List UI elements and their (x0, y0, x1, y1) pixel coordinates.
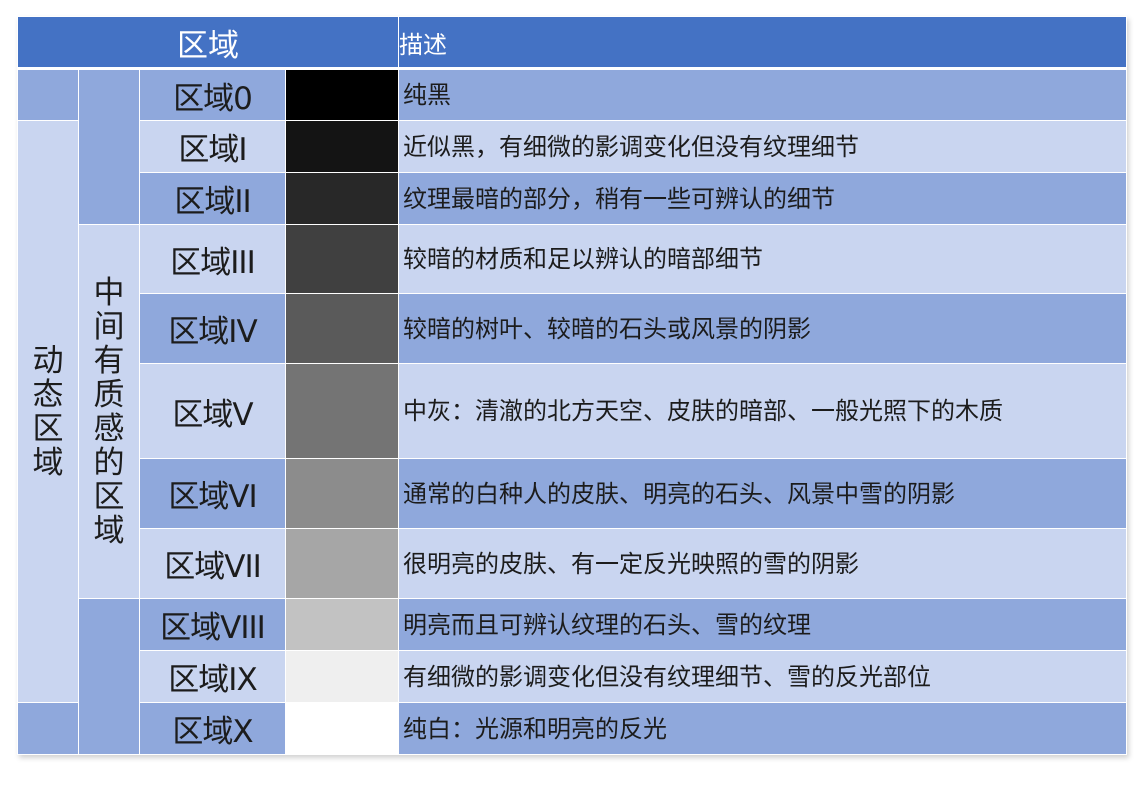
header-zone: 区域 (17, 16, 399, 70)
zone-name: 区域II (139, 172, 286, 225)
header-row: 区域 描述 (17, 16, 1127, 70)
zone-description: 近似黑，有细微的影调变化但没有纹理细节 (398, 120, 1127, 173)
zone-name: 区域III (139, 224, 286, 294)
tone-swatch (285, 68, 399, 121)
tone-swatch (285, 528, 399, 599)
zone-row: 区域IX 有细微的影调变化但没有纹理细节、雪的反光部位 (18, 650, 1127, 703)
tone-swatch (285, 598, 399, 651)
texture-group-spacer-top (78, 68, 140, 225)
zone-system-table: 区域 描述 区域0 纯黑 动态区域 区域I 近似黑，有细微的影调变化但没有纹理细… (17, 16, 1127, 755)
zone-row: 区域V 中灰：清澈的北方天空、皮肤的暗部、一般光照下的木质 (18, 363, 1127, 459)
zone-row: 区域VIII 明亮而且可辨认纹理的石头、雪的纹理 (18, 598, 1127, 755)
zone-description: 较暗的材质和足以辨认的暗部细节 (398, 224, 1127, 294)
zone-row: 区域VI 通常的白种人的皮肤、明亮的石头、风景中雪的阴影 (18, 458, 1127, 529)
tone-swatch (285, 120, 399, 173)
zone-row: 区域II 纹理最暗的部分，稍有一些可辨认的细节 (18, 172, 1127, 225)
zone-name: 区域VI (139, 458, 286, 529)
zone-name: 区域V (139, 363, 286, 459)
zone-name: 区域I (139, 120, 286, 173)
zone-name: 区域0 (139, 68, 286, 121)
zone-row: 区域IV 较暗的树叶、较暗的石头或风景的阴影 (18, 293, 1127, 364)
tone-swatch (285, 702, 399, 755)
zone-description: 较暗的树叶、较暗的石头或风景的阴影 (398, 293, 1127, 364)
zone-name: 区域IV (139, 293, 286, 364)
zone-description: 中灰：清澈的北方天空、皮肤的暗部、一般光照下的木质 (398, 363, 1127, 459)
dynamic-group-spacer-top (17, 68, 79, 121)
header-description: 描述 (398, 16, 1127, 70)
tone-swatch (285, 293, 399, 364)
zone-row: 动态区域 区域I 近似黑，有细微的影调变化但没有纹理细节 (17, 120, 1127, 703)
dynamic-group-spacer-bottom (17, 702, 79, 755)
zone-description: 通常的白种人的皮肤、明亮的石头、风景中雪的阴影 (398, 458, 1127, 529)
zone-row: 中间有质感的区域 区域III 较暗的材质和足以辨认的暗部细节 (18, 224, 1127, 599)
tone-swatch (285, 224, 399, 294)
tone-swatch (285, 458, 399, 529)
tone-swatch (285, 172, 399, 225)
zone-description: 纹理最暗的部分，稍有一些可辨认的细节 (398, 172, 1127, 225)
texture-group-label: 中间有质感的区域 (78, 224, 140, 599)
tone-swatch (285, 650, 399, 703)
zone-name: 区域VII (139, 528, 286, 599)
zone-description: 有细微的影调变化但没有纹理细节、雪的反光部位 (398, 650, 1127, 703)
dynamic-group-label: 动态区域 (17, 120, 79, 703)
zone-name: 区域X (139, 702, 286, 755)
zone-description: 明亮而且可辨认纹理的石头、雪的纹理 (398, 598, 1127, 651)
zone-name: 区域IX (139, 650, 286, 703)
tone-swatch (285, 363, 399, 459)
zone-description: 纯白：光源和明亮的反光 (398, 702, 1127, 755)
zone-description: 很明亮的皮肤、有一定反光映照的雪的阴影 (398, 528, 1127, 599)
texture-group-spacer-bottom (78, 598, 140, 755)
zone-row: 区域VII 很明亮的皮肤、有一定反光映照的雪的阴影 (18, 528, 1127, 599)
zone-row: 区域0 纯黑 (17, 68, 1127, 225)
zone-row: 区域X 纯白：光源和明亮的反光 (17, 702, 1127, 755)
zone-description: 纯黑 (398, 68, 1127, 121)
zone-name: 区域VIII (139, 598, 286, 651)
